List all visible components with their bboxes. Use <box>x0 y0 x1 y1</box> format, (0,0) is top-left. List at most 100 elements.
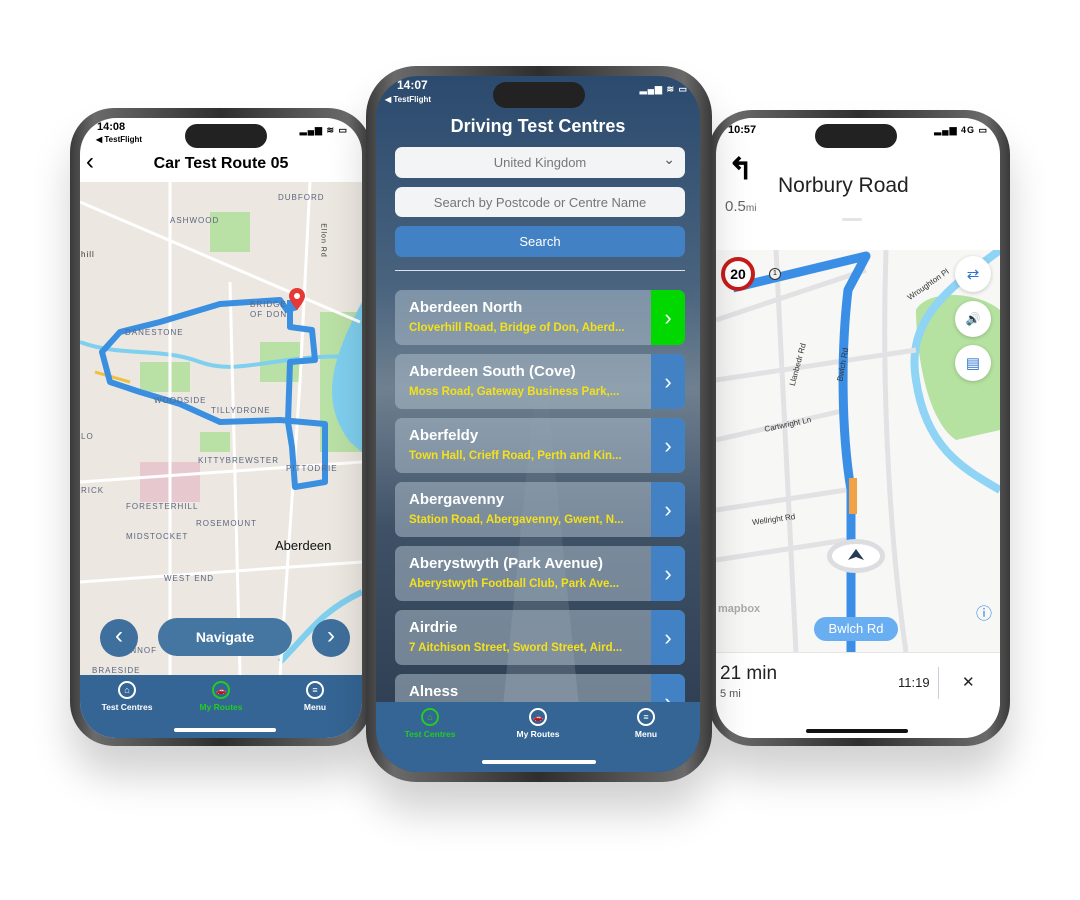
centre-address: Town Hall, Crieff Road, Perth and Kin... <box>409 450 622 462</box>
route-map[interactable]: DUBFORD ASHWOOD hill Ellon Rd BRIDGE OF … <box>80 182 362 675</box>
speaker-icon[interactable]: 🔊 <box>955 301 991 337</box>
tab-label: My Routes <box>516 729 560 739</box>
trip-summary-panel: 21 min 5 mi 11:19 ✕ <box>716 652 1000 738</box>
map-label-city: Aberdeen <box>275 538 332 553</box>
map-label: BRAESIDE <box>92 666 141 675</box>
route-line <box>731 251 871 652</box>
destination-pin-icon <box>289 288 305 310</box>
centre-list-item[interactable]: Aberfeldy Town Hall, Crieff Road, Perth a… <box>395 418 685 473</box>
next-route-button[interactable]: › <box>312 619 350 657</box>
tab-label: Menu <box>634 729 658 739</box>
test-centres-screen: 14:07 ◀ TestFlight ▂▄▆ ≋ ▭ Driving Test … <box>376 76 700 772</box>
search-button[interactable]: Search <box>395 226 685 257</box>
centre-name: Aberdeen South (Cove) <box>409 363 576 380</box>
tab-label: Menu <box>303 702 327 712</box>
chevron-right-icon[interactable]: › <box>651 610 685 665</box>
tab-test-centres[interactable]: ⌂ Test Centres <box>80 675 173 738</box>
centre-list-item[interactable]: Aberdeen South (Cove) Moss Road, Gateway … <box>395 354 685 409</box>
tab-label: Test Centres <box>404 729 456 739</box>
testflight-back[interactable]: ◀ TestFlight <box>96 135 142 144</box>
turn-left-icon: ↰ <box>728 153 754 186</box>
navigation-map[interactable]: Llanbedr Rd Bwlch Rd Cartwright Ln Wellr… <box>716 250 1000 652</box>
map-label: ASHWOOD <box>170 216 220 225</box>
search-input[interactable] <box>395 187 685 217</box>
country-select[interactable]: United Kingdom ⌄ <box>395 147 685 178</box>
centre-list-item[interactable]: Abergavenny Station Road, Abergavenny, Gw… <box>395 482 685 537</box>
route-options-icon[interactable]: ⇄ <box>955 256 991 292</box>
centre-name: Aberfeldy <box>409 427 479 444</box>
end-navigation-button[interactable]: ✕ <box>962 673 975 691</box>
previous-route-button[interactable]: ‹ <box>100 619 138 657</box>
map-label: FORESTERHILL <box>126 502 199 511</box>
map-label: hill <box>81 250 95 259</box>
user-location-puck <box>827 539 885 573</box>
country-select-value: United Kingdom <box>493 155 587 170</box>
centre-address: Station Road, Abergavenny, Gwent, N... <box>409 514 624 526</box>
current-road-label: Bwlch Rd <box>814 617 898 641</box>
home-indicator <box>806 729 908 733</box>
map-label: MIDSTOCKET <box>126 532 189 541</box>
sheet-handle[interactable] <box>842 218 862 221</box>
status-time: 14:08 <box>97 121 126 133</box>
centre-name: Airdrie <box>409 619 458 636</box>
testflight-back[interactable]: ◀ TestFlight <box>385 95 431 104</box>
status-icons: ▂▄▆ ≋ ▭ <box>299 125 348 135</box>
chevron-right-icon[interactable]: › <box>651 418 685 473</box>
chevron-right-icon[interactable]: › <box>651 290 685 345</box>
page-title: Car Test Route 05 <box>153 155 289 172</box>
turn-distance: 0.5mi <box>725 198 757 215</box>
chevron-right-icon[interactable]: › <box>651 354 685 409</box>
chevron-right-icon[interactable]: › <box>651 482 685 537</box>
speed-limit-sign: 20 <box>721 257 755 291</box>
centre-name: Aberystwyth (Park Avenue) <box>409 555 603 572</box>
trip-distance: 5 mi <box>720 688 741 700</box>
tab-label: Test Centres <box>101 702 153 712</box>
status-time: 14:07 <box>397 78 428 92</box>
centre-address: Aberystwyth Football Club, Park Ave... <box>409 578 620 590</box>
centre-name: Aberdeen North <box>409 299 523 316</box>
info-icon[interactable]: ⓘ <box>976 600 992 624</box>
chevron-down-icon: ⌄ <box>663 151 675 167</box>
tab-menu[interactable]: ≡ Menu <box>593 702 700 772</box>
navigation-arrow-icon <box>848 549 864 560</box>
centre-list-item[interactable]: Aberdeen North Cloverhill Road, Bridge of… <box>395 290 685 345</box>
status-icons: ▂▄▆ 4G ▭ <box>934 125 988 135</box>
centre-list-item[interactable]: Airdrie 7 Aitchison Street, Sword Street,… <box>395 610 685 665</box>
tab-menu[interactable]: ≡ Menu <box>268 675 361 738</box>
road-number-badge: 1 <box>769 268 781 280</box>
map-label: LO <box>81 432 94 441</box>
menu-icon: ≡ <box>637 708 655 726</box>
map-label: DUBFORD <box>278 193 325 202</box>
centre-address: Moss Road, Gateway Business Park,... <box>409 386 620 398</box>
route-screen: 14:08 ◀ TestFlight ▂▄▆ ≋ ▭ ‹ Car Test Ro… <box>80 118 362 738</box>
feedback-icon[interactable]: ▤ <box>955 345 991 381</box>
map-label: RICK <box>81 486 105 495</box>
trip-duration: 21 min <box>720 663 778 684</box>
page-title: Driving Test Centres <box>450 116 626 136</box>
map-label: Ellon Rd <box>319 223 327 258</box>
home-indicator <box>174 728 276 732</box>
divider <box>395 270 685 271</box>
centre-list-item[interactable]: Aberystwyth (Park Avenue) Aberystwyth Foo… <box>395 546 685 601</box>
tab-label: My Routes <box>199 702 243 712</box>
tab-test-centres[interactable]: ⌂ Test Centres <box>377 702 484 772</box>
center-phone: 14:07 ◀ TestFlight ▂▄▆ ≋ ▭ Driving Test … <box>366 66 712 782</box>
map-label: TILLYDRONE <box>211 406 271 415</box>
navigation-screen: 10:57 ▂▄▆ 4G ▭ ↰ Norbury Road 0.5mi Llan… <box>716 118 1000 738</box>
map-label: KITTYBREWSTER <box>198 456 280 465</box>
next-street: Norbury Road <box>778 174 909 197</box>
mapbox-logo[interactable]: mapbox <box>718 603 760 615</box>
left-phone: 14:08 ◀ TestFlight ▂▄▆ ≋ ▭ ‹ Car Test Ro… <box>70 108 372 746</box>
home-icon: ⌂ <box>117 681 136 699</box>
map-label: WOODSIDE <box>154 396 207 405</box>
status-icons: ▂▄▆ ≋ ▭ <box>639 84 688 94</box>
right-phone: 10:57 ▂▄▆ 4G ▭ ↰ Norbury Road 0.5mi Llan… <box>708 110 1010 746</box>
map-label: WEST END <box>164 574 215 583</box>
map-label: ROSEMOUNT <box>196 519 257 528</box>
centre-address: Cloverhill Road, Bridge of Don, Aberd... <box>409 322 625 334</box>
map-label: PITTODRIE <box>286 464 338 473</box>
centre-name: Alness <box>409 683 459 700</box>
chevron-right-icon[interactable]: › <box>651 546 685 601</box>
car-icon: 🚗 <box>529 708 547 726</box>
navigate-button[interactable]: Navigate <box>158 618 292 656</box>
